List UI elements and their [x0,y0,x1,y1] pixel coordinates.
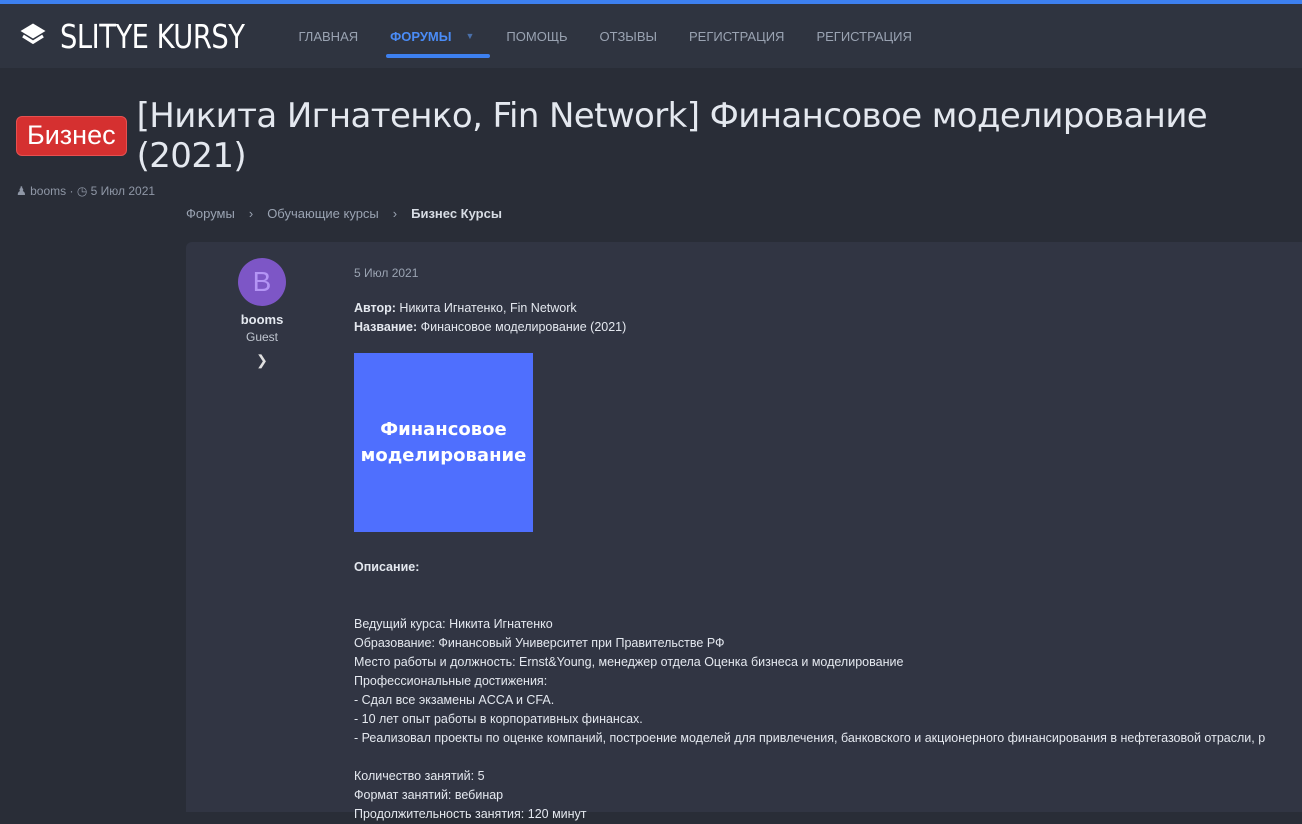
text-line: Профессиональные достижения: [354,672,1265,691]
course-cover-image[interactable]: Финансовоемоделирование [354,353,533,532]
name-label: Название: [354,320,417,334]
breadcrumb-courses[interactable]: Обучающие курсы [267,206,379,221]
avatar[interactable]: B [238,258,286,306]
user-role: Guest [226,330,298,344]
nav-help[interactable]: ПОМОЩЬ [490,4,583,68]
post: B booms Guest ❯ 5 Июл 2021 Автор: Никита… [186,242,1302,812]
nav-forums[interactable]: ФОРУМЫ ▼ [374,4,490,68]
thread-date[interactable]: 5 Июл 2021 [91,184,155,198]
chevron-down-icon[interactable]: ❯ [226,352,298,369]
chevron-right-icon: › [393,206,397,221]
author-line: Автор: Никита Игнатенко, Fin Network [354,299,1265,318]
breadcrumb-forums[interactable]: Форумы [186,206,235,221]
clock-icon: ◷ [77,184,87,198]
cover-line: моделирование [361,443,527,469]
chevron-right-icon: › [249,206,253,221]
thread-meta: ♟ booms · ◷ 5 Июл 2021 [16,184,1286,198]
user-icon: ♟ [16,184,27,198]
nav-home[interactable]: ГЛАВНАЯ [283,4,375,68]
prefix-badge[interactable]: Бизнес [16,116,127,156]
text-line: - 10 лет опыт работы в корпоративных фин… [354,710,1265,729]
main-nav: ГЛАВНАЯ ФОРУМЫ ▼ ПОМОЩЬ ОТЗЫВЫ РЕГИСТРАЦИ… [283,4,928,68]
nav-forums-label: ФОРУМЫ [390,29,451,44]
nav-register-2[interactable]: РЕГИСТРАЦИЯ [800,4,927,68]
username[interactable]: booms [226,312,298,327]
thread-title: [Никита Игнатенко, Fin Network] Финансов… [137,96,1286,176]
site-logo[interactable]: SLITYE KURSY [18,17,261,56]
text-line: Ведущий курса: Никита Игнатенко [354,615,1265,634]
nav-reviews[interactable]: ОТЗЫВЫ [584,4,673,68]
name-line: Название: Финансовое моделирование (2021… [354,318,1265,337]
author-label: Автор: [354,301,396,315]
name-value: Финансовое моделирование (2021) [417,320,626,334]
text-line: Место работы и должность: Ernst&Young, м… [354,653,1265,672]
caret-down-icon[interactable]: ▼ [466,31,475,41]
text-line: Количество занятий: 5 [354,767,1265,786]
description-label: Описание: [354,560,419,574]
text-line: - Сдал все экзамены ACCA и CFA. [354,691,1265,710]
nav-register[interactable]: РЕГИСТРАЦИЯ [673,4,800,68]
breadcrumb: Форумы › Обучающие курсы › Бизнес Курсы [186,206,502,221]
breadcrumb-business[interactable]: Бизнес Курсы [411,206,502,221]
site-name: SLITYE KURSY [60,17,244,56]
text-line: Формат занятий: вебинар [354,786,1265,805]
site-header: SLITYE KURSY ГЛАВНАЯ ФОРУМЫ ▼ ПОМОЩЬ ОТЗЫ… [0,4,1302,68]
text-line: - Реализовал проекты по оценке компаний,… [354,729,1265,748]
post-content: 5 Июл 2021 Автор: Никита Игнатенко, Fin … [354,264,1265,824]
text-line: Продолжительность занятия: 120 минут [354,805,1265,824]
post-user: B booms Guest ❯ [226,258,298,369]
author-value: Никита Игнатенко, Fin Network [396,301,577,315]
cover-line: Финансовое [361,417,527,443]
thread-author[interactable]: booms [30,184,66,198]
layers-icon [18,21,48,51]
post-date[interactable]: 5 Июл 2021 [354,264,1265,283]
text-line: Образование: Финансовый Университет при … [354,634,1265,653]
page-title: Бизнес [Никита Игнатенко, Fin Network] Ф… [16,96,1286,176]
